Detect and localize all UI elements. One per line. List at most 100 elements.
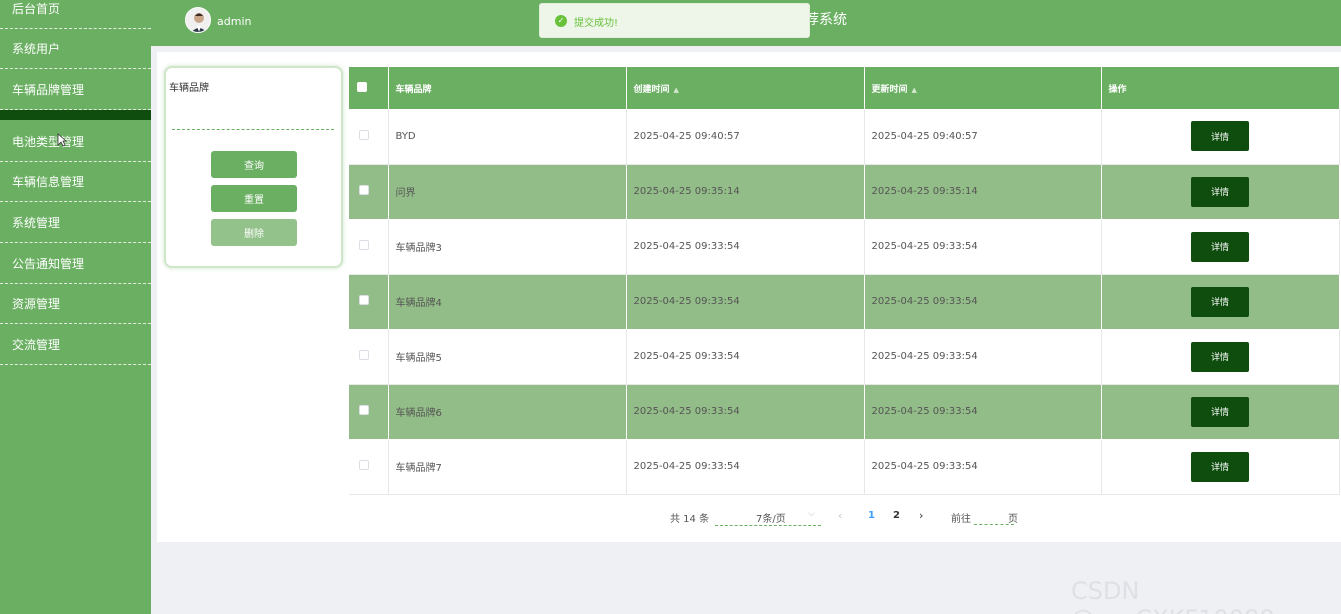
updated-time-cell: 2025-04-25 09:33:54 (864, 329, 1102, 385)
column-header-actions-label: 操作 (1108, 84, 1127, 95)
detail-button[interactable]: 详情 (1191, 121, 1249, 152)
column-header-actions: 操作 (1101, 67, 1340, 109)
brand-search-label: 车辆品牌 (169, 83, 209, 94)
brand-cell: 车辆品牌7 (388, 439, 627, 495)
row-select-cell (349, 439, 389, 495)
pagination-total: 共 14 条 (670, 514, 710, 525)
actions-cell: 详情 (1101, 384, 1340, 440)
sidebar-item-system-users[interactable]: 系统用户 (0, 29, 151, 69)
sidebar-item-system-management[interactable]: 系统管理 (0, 203, 151, 243)
actions-cell: 详情 (1101, 109, 1340, 165)
page-number-1[interactable]: 1 (868, 510, 875, 521)
row-select-cell (349, 109, 389, 165)
prev-page-icon[interactable]: ‹ (838, 509, 842, 522)
row-checkbox[interactable] (359, 460, 369, 470)
page-size-value: 7条/页 (756, 514, 786, 525)
created-time-cell: 2025-04-25 09:33:54 (626, 219, 865, 275)
detail-button[interactable]: 详情 (1191, 286, 1249, 317)
select-all-cell (349, 67, 389, 109)
created-time-cell: 2025-04-25 09:35:14 (626, 164, 865, 220)
column-header-updated[interactable]: 更新时间 ▲ (864, 67, 1102, 109)
table-row: 车辆品牌4 2025-04-25 09:33:54 2025-04-25 09:33… (349, 274, 1340, 330)
updated-time-cell: 2025-04-25 09:40:57 (864, 109, 1102, 165)
avatar-person-icon (186, 8, 210, 32)
sidebar-item-vehicle-brand[interactable]: 车辆品牌管理 (0, 70, 151, 110)
updated-time-cell: 2025-04-25 09:35:14 (864, 164, 1102, 220)
brand-cell: 车辆品牌3 (388, 219, 627, 275)
next-page-icon[interactable]: › (919, 509, 923, 522)
toast-message: 提交成功! (574, 18, 619, 29)
created-time-cell: 2025-04-25 09:33:54 (626, 274, 865, 330)
column-header-brand: 车辆品牌 (388, 67, 627, 109)
table-row: 车辆品牌5 2025-04-25 09:33:54 2025-04-25 09:33… (349, 329, 1340, 385)
sort-icon[interactable]: ▲ (674, 86, 679, 94)
delete-button[interactable]: 删除 (211, 219, 297, 246)
success-toast: ✓ 提交成功! (539, 3, 810, 38)
column-header-updated-label: 更新时间 (871, 84, 908, 95)
column-header-brand-label: 车辆品牌 (395, 84, 432, 95)
user-avatar[interactable] (185, 7, 211, 33)
table-row: 车辆品牌3 2025-04-25 09:33:54 2025-04-25 09:33… (349, 219, 1340, 275)
updated-time-cell: 2025-04-25 09:33:54 (864, 274, 1102, 330)
column-header-created[interactable]: 创建时间 ▲ (626, 67, 865, 109)
row-select-cell (349, 164, 389, 220)
sidebar-item-announcements[interactable]: 公告通知管理 (0, 244, 151, 284)
detail-button[interactable]: 详情 (1191, 231, 1249, 262)
row-checkbox[interactable] (359, 295, 369, 305)
sidebar-item-battery-type[interactable]: 电池类型管理 (0, 122, 151, 162)
brand-search-input[interactable] (172, 112, 334, 130)
sort-icon[interactable]: ▲ (912, 86, 917, 94)
success-check-icon: ✓ (555, 15, 567, 27)
username: admin (217, 15, 252, 28)
watermark: CSDN @vx_CXKF10088 (1071, 577, 1275, 614)
row-select-cell (349, 384, 389, 440)
updated-time-cell: 2025-04-25 09:33:54 (864, 439, 1102, 495)
sidebar-active-indicator (0, 110, 151, 120)
updated-time-cell: 2025-04-25 09:33:54 (864, 219, 1102, 275)
table-row: 问界 2025-04-25 09:35:14 2025-04-25 09:35:14… (349, 164, 1340, 220)
actions-cell: 详情 (1101, 439, 1340, 495)
page-number-2[interactable]: 2 (893, 510, 900, 521)
updated-time-cell: 2025-04-25 09:33:54 (864, 384, 1102, 440)
created-time-cell: 2025-04-25 09:33:54 (626, 384, 865, 440)
table-header-row: 车辆品牌 创建时间 ▲ 更新时间 ▲ 操作 (349, 67, 1340, 109)
detail-button[interactable]: 详情 (1191, 341, 1249, 372)
detail-button[interactable]: 详情 (1191, 451, 1249, 482)
row-select-cell (349, 219, 389, 275)
column-header-created-label: 创建时间 (633, 84, 670, 95)
page-size-select[interactable]: 7条/页 ⌵ (715, 506, 821, 526)
brand-cell: 问界 (388, 164, 627, 220)
sidebar-item-resources[interactable]: 资源管理 (0, 284, 151, 324)
row-checkbox[interactable] (359, 240, 369, 250)
actions-cell: 详情 (1101, 219, 1340, 275)
goto-suffix-label: 页 (1008, 514, 1018, 525)
brand-table: 车辆品牌 创建时间 ▲ 更新时间 ▲ 操作 BYD 2025-04-25 09:40:… (349, 67, 1340, 495)
sidebar-item-dashboard[interactable]: 后台首页 (0, 0, 151, 29)
brand-cell: 车辆品牌4 (388, 274, 627, 330)
sidebar-item-communication[interactable]: 交流管理 (0, 325, 151, 365)
mouse-cursor-icon (57, 133, 68, 151)
row-checkbox[interactable] (359, 350, 369, 360)
system-title: 荐系统 (805, 12, 847, 28)
actions-cell: 详情 (1101, 274, 1340, 330)
detail-button[interactable]: 详情 (1191, 396, 1249, 427)
search-button[interactable]: 查询 (211, 151, 297, 178)
table-row: BYD 2025-04-25 09:40:57 2025-04-25 09:40:5… (349, 109, 1340, 165)
sidebar-item-vehicle-info[interactable]: 车辆信息管理 (0, 162, 151, 202)
actions-cell: 详情 (1101, 329, 1340, 385)
row-checkbox[interactable] (359, 405, 369, 415)
reset-button[interactable]: 重置 (211, 185, 297, 212)
goto-label: 前往 (951, 514, 971, 525)
brand-cell: 车辆品牌6 (388, 384, 627, 440)
brand-cell: BYD (388, 109, 627, 165)
created-time-cell: 2025-04-25 09:33:54 (626, 329, 865, 385)
detail-button[interactable]: 详情 (1191, 176, 1249, 207)
created-time-cell: 2025-04-25 09:40:57 (626, 109, 865, 165)
select-all-checkbox[interactable] (357, 81, 367, 92)
brand-cell: 车辆品牌5 (388, 329, 627, 385)
row-checkbox[interactable] (359, 129, 369, 140)
row-checkbox[interactable] (359, 185, 369, 195)
actions-cell: 详情 (1101, 164, 1340, 220)
search-panel: 车辆品牌 查询 重置 删除 (164, 66, 343, 268)
table-row: 车辆品牌6 2025-04-25 09:33:54 2025-04-25 09:33… (349, 384, 1340, 440)
